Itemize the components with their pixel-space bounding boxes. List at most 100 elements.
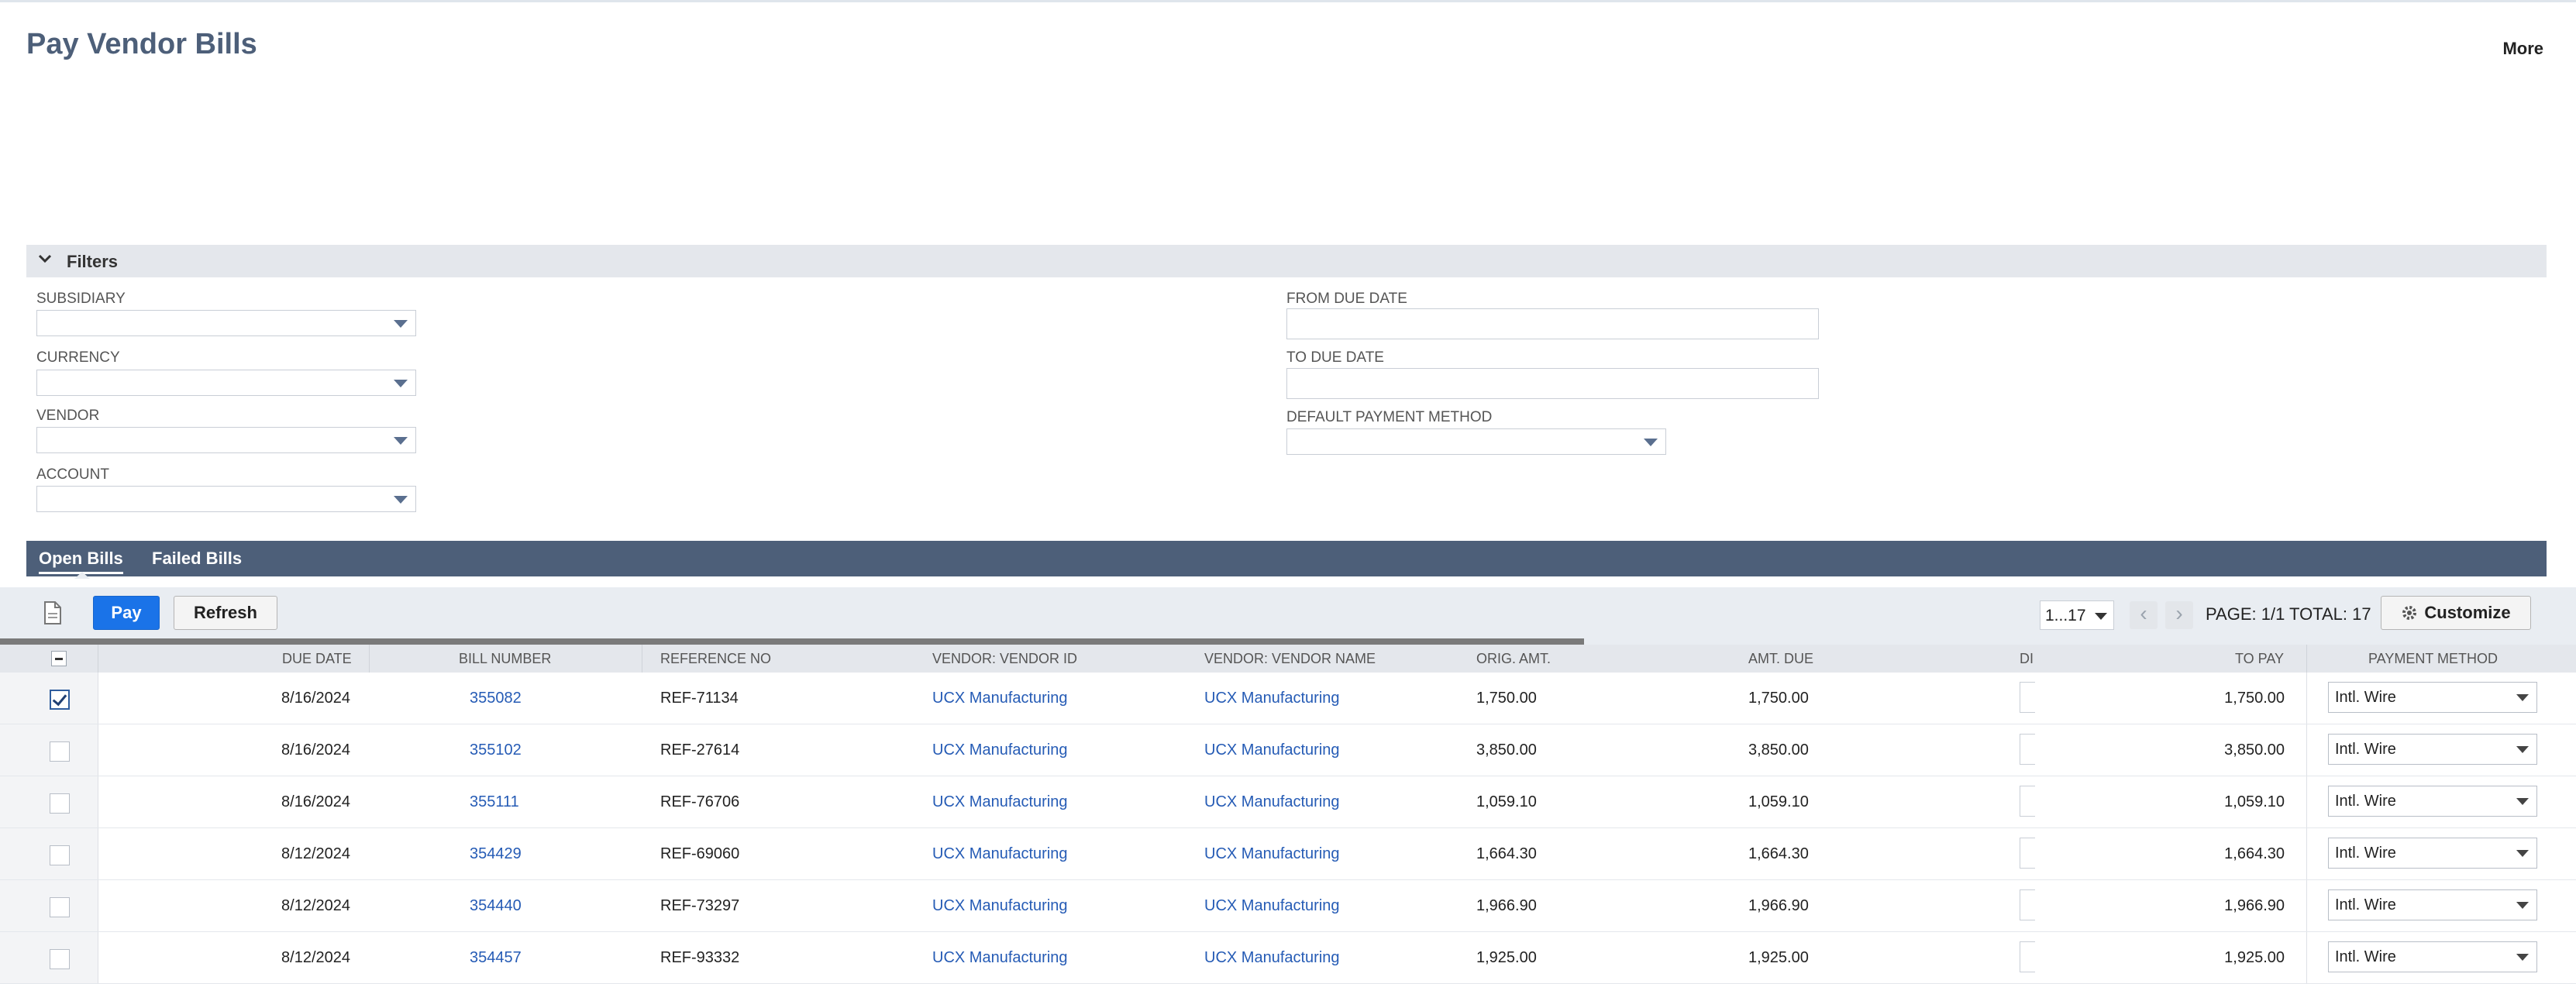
- cell-bill-number-link[interactable]: 355082: [470, 690, 522, 707]
- cell-orig-amt: 1,925.00: [1476, 949, 1537, 966]
- pay-button[interactable]: Pay: [93, 596, 160, 630]
- dropdown-caret-icon: [394, 320, 408, 328]
- tab-failed-bills[interactable]: Failed Bills: [152, 549, 242, 569]
- discount-input[interactable]: [2020, 786, 2035, 817]
- cell-vendor-name-link[interactable]: UCX Manufacturing: [1204, 845, 1340, 863]
- cell-to-pay[interactable]: 1,059.10: [2170, 793, 2285, 811]
- cell-vendor-name-link[interactable]: UCX Manufacturing: [1204, 897, 1340, 915]
- column-divider: [2306, 776, 2307, 827]
- customize-button[interactable]: Customize: [2381, 596, 2531, 630]
- vendor-select[interactable]: [36, 427, 416, 453]
- row-checkbox[interactable]: [50, 690, 70, 710]
- more-menu-button[interactable]: More: [2502, 39, 2543, 59]
- col-due-date[interactable]: DUE DATE: [282, 651, 352, 667]
- top-divider: [0, 0, 2576, 2]
- discount-input[interactable]: [2020, 838, 2035, 869]
- from-due-date-input[interactable]: [1286, 308, 1819, 339]
- discount-input[interactable]: [2020, 734, 2035, 765]
- cell-amt-due: 1,059.10: [1748, 793, 1809, 810]
- chevron-left-icon: ‹: [2140, 601, 2147, 625]
- col-vendor-name[interactable]: VENDOR: VENDOR NAME: [1204, 651, 1376, 667]
- payment-method-select[interactable]: Intl. Wire: [2328, 682, 2537, 713]
- col-vendor-id[interactable]: VENDOR: VENDOR ID: [932, 651, 1077, 667]
- cell-vendor-name-link[interactable]: UCX Manufacturing: [1204, 741, 1340, 759]
- cell-to-pay[interactable]: 1,925.00: [2170, 949, 2285, 967]
- cell-vendor-id-link[interactable]: UCX Manufacturing: [932, 949, 1068, 967]
- row-checkbox[interactable]: [50, 741, 70, 762]
- cell-amt-due: 1,664.30: [1748, 845, 1809, 862]
- cell-vendor-id-link[interactable]: UCX Manufacturing: [932, 690, 1068, 707]
- cell-reference-no: REF-73297: [660, 897, 740, 914]
- cell-bill-number-link[interactable]: 355111: [470, 793, 519, 811]
- refresh-button[interactable]: Refresh: [174, 596, 277, 630]
- cell-bill-number-link[interactable]: 355102: [470, 741, 522, 759]
- row-checkbox[interactable]: [50, 949, 70, 969]
- col-to-pay[interactable]: TO PAY: [2235, 651, 2284, 667]
- subsidiary-select[interactable]: [36, 310, 416, 336]
- payment-method-value: Intl. Wire: [2335, 896, 2396, 913]
- cell-to-pay[interactable]: 1,750.00: [2170, 690, 2285, 707]
- bills-tabs: Open Bills Failed Bills: [26, 541, 2547, 576]
- row-select-cell: [0, 776, 98, 827]
- cell-bill-number-link[interactable]: 354429: [470, 845, 522, 863]
- page-range-select[interactable]: 1...17: [2040, 600, 2114, 630]
- cell-vendor-id-link[interactable]: UCX Manufacturing: [932, 741, 1068, 759]
- select-all-checkbox[interactable]: [51, 651, 67, 666]
- payment-method-value: Intl. Wire: [2335, 689, 2396, 706]
- cell-bill-number-link[interactable]: 354457: [470, 949, 522, 967]
- discount-input[interactable]: [2020, 889, 2035, 920]
- table-row: 8/12/2024 354440 REF-73297 UCX Manufactu…: [0, 880, 2576, 932]
- currency-select[interactable]: [36, 370, 416, 396]
- cell-amt-due: 3,850.00: [1748, 741, 1809, 759]
- page-range-value: 1...17: [2045, 607, 2086, 624]
- discount-input[interactable]: [2020, 682, 2035, 713]
- col-discount[interactable]: DI: [2020, 651, 2034, 667]
- payment-method-select[interactable]: Intl. Wire: [2328, 786, 2537, 817]
- vendor-label: VENDOR: [36, 408, 100, 424]
- cell-reference-no: REF-27614: [660, 741, 740, 759]
- payment-method-select[interactable]: Intl. Wire: [2328, 734, 2537, 765]
- col-reference-no[interactable]: REFERENCE NO: [660, 651, 771, 667]
- cell-reference-no: REF-93332: [660, 949, 740, 966]
- col-amt-due[interactable]: AMT. DUE: [1748, 651, 1813, 667]
- payment-method-select[interactable]: Intl. Wire: [2328, 941, 2537, 972]
- next-page-button[interactable]: ›: [2165, 601, 2193, 629]
- cell-vendor-name-link[interactable]: UCX Manufacturing: [1204, 690, 1340, 707]
- horizontal-scrollbar[interactable]: [0, 638, 1584, 645]
- payment-method-value: Intl. Wire: [2335, 845, 2396, 862]
- active-tab-pointer: [74, 572, 90, 579]
- payment-method-select[interactable]: Intl. Wire: [2328, 838, 2537, 869]
- row-checkbox[interactable]: [50, 793, 70, 814]
- cell-bill-number-link[interactable]: 354440: [470, 897, 522, 915]
- cell-vendor-name-link[interactable]: UCX Manufacturing: [1204, 793, 1340, 811]
- cell-due-date: 8/16/2024: [281, 793, 350, 810]
- document-icon[interactable]: [43, 601, 62, 624]
- col-bill-number[interactable]: BILL NUMBER: [459, 651, 551, 667]
- default-payment-method-select[interactable]: [1286, 428, 1666, 455]
- col-orig-amt[interactable]: ORIG. AMT.: [1476, 651, 1551, 667]
- previous-page-button[interactable]: ‹: [2130, 601, 2158, 629]
- discount-input[interactable]: [2020, 941, 2035, 972]
- cell-to-pay[interactable]: 1,966.90: [2170, 897, 2285, 915]
- cell-due-date: 8/12/2024: [281, 949, 350, 966]
- col-payment-method[interactable]: PAYMENT METHOD: [2368, 651, 2498, 667]
- cell-orig-amt: 1,966.90: [1476, 897, 1537, 914]
- cell-vendor-id-link[interactable]: UCX Manufacturing: [932, 845, 1068, 863]
- row-select-cell: [0, 673, 98, 724]
- payment-method-select[interactable]: Intl. Wire: [2328, 889, 2537, 920]
- account-select[interactable]: [36, 486, 416, 512]
- cell-vendor-id-link[interactable]: UCX Manufacturing: [932, 897, 1068, 915]
- to-due-date-input[interactable]: [1286, 368, 1819, 399]
- dropdown-caret-icon: [2516, 746, 2529, 753]
- filters-header[interactable]: Filters: [26, 245, 2547, 277]
- cell-vendor-id-link[interactable]: UCX Manufacturing: [932, 793, 1068, 811]
- cell-to-pay[interactable]: 1,664.30: [2170, 845, 2285, 863]
- cell-to-pay[interactable]: 3,850.00: [2170, 741, 2285, 759]
- filters-label: Filters: [67, 252, 119, 271]
- cell-vendor-name-link[interactable]: UCX Manufacturing: [1204, 949, 1340, 967]
- tab-open-bills[interactable]: Open Bills: [39, 549, 123, 574]
- row-checkbox[interactable]: [50, 845, 70, 865]
- row-select-cell: [0, 724, 98, 776]
- row-checkbox[interactable]: [50, 897, 70, 917]
- column-divider: [2306, 645, 2307, 673]
